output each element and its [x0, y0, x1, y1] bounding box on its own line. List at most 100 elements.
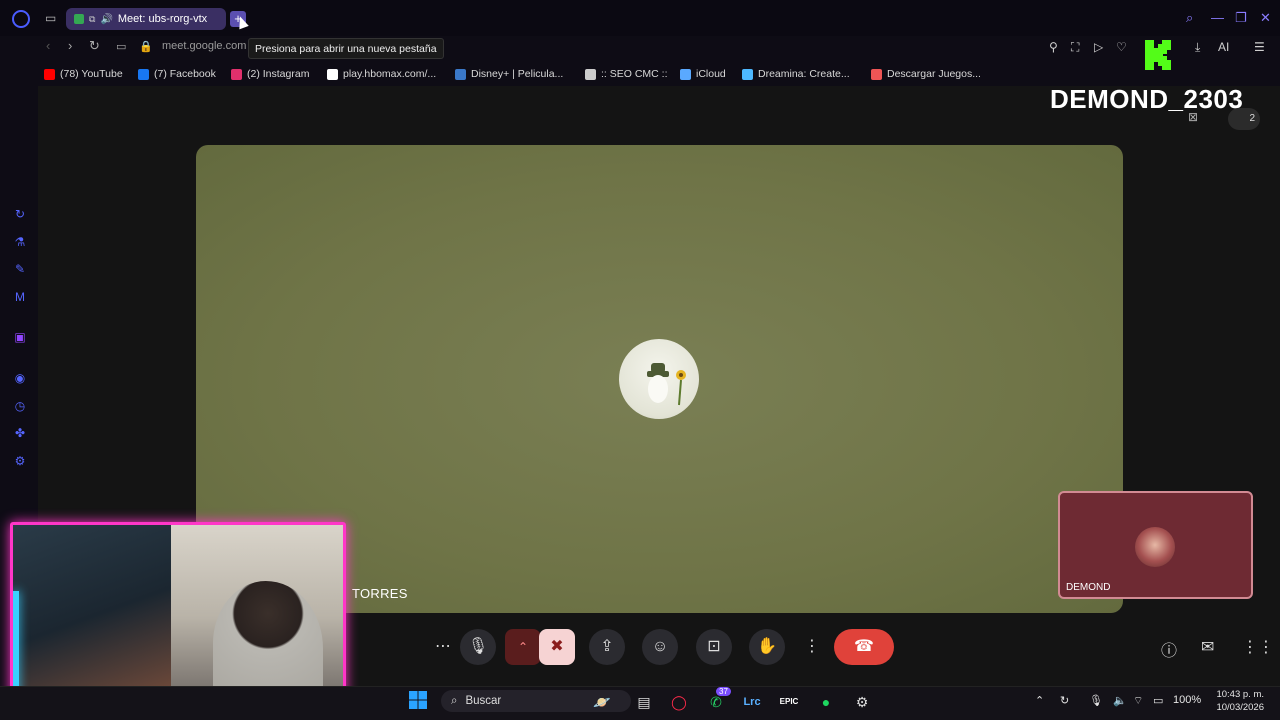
easy-setup-icon[interactable]: ☰	[1254, 40, 1265, 54]
bookmark-label: play.hbomax.com/...	[343, 68, 437, 80]
bookmark-item[interactable]: (78) YouTube	[44, 67, 123, 81]
bookmark-item[interactable]: (7) Facebook	[138, 67, 216, 81]
participant-count[interactable]: 2	[1228, 108, 1260, 130]
page-icon	[585, 68, 596, 80]
lrc-app-icon[interactable]: Lrc	[740, 690, 764, 714]
reactions-icon[interactable]: ☺	[642, 629, 678, 665]
system-clock[interactable]: 10:43 p. m. 10/03/2026	[1208, 688, 1264, 714]
present-screen-icon[interactable]: ⇪	[589, 629, 625, 665]
bookmark-label: iCloud	[696, 68, 726, 80]
spotify-icon[interactable]: ●	[814, 690, 838, 714]
bookmark-item[interactable]: iCloud	[680, 67, 726, 81]
snapshot-icon[interactable]: ⛶	[1071, 40, 1079, 55]
end-call-button[interactable]: ☎	[834, 629, 894, 665]
hbomax-icon	[327, 68, 338, 80]
pin-extension-icon[interactable]: ⚲	[1049, 40, 1058, 54]
sidebar-messenger-icon[interactable]: M	[13, 290, 27, 304]
sync-icon[interactable]: ↻	[1060, 694, 1069, 707]
new-tab-tooltip: Presiona para abrir una nueva pestaña	[248, 38, 444, 59]
epic-games-icon[interactable]: EPIC	[777, 690, 801, 714]
bookmark-item[interactable]: Dreamina: Create...	[742, 67, 850, 81]
steam-icon[interactable]: ⚙	[850, 690, 874, 714]
back-button[interactable]: ‹	[46, 38, 50, 53]
captions-off-icon[interactable]: ⊠	[1188, 110, 1198, 124]
bookmark-item[interactable]: :: SEO CMC ::	[585, 67, 668, 81]
heart-icon[interactable]: ♡	[1116, 40, 1127, 54]
planet-app-icon[interactable]: 🪐	[590, 690, 614, 714]
bookmark-label: (7) Facebook	[154, 68, 216, 80]
bookmark-label: Dreamina: Create...	[758, 68, 850, 80]
sidebar-settings-icon[interactable]: ⚙	[13, 454, 27, 468]
video-popout-icon[interactable]: ▭	[116, 40, 126, 53]
captions-icon[interactable]: ⊡	[696, 629, 732, 665]
bookmark-label: (2) Instagram	[247, 68, 310, 80]
aria-ai-icon[interactable]: AI	[1218, 40, 1229, 54]
raise-hand-icon[interactable]: ✋	[749, 629, 785, 665]
tab-overview-icon[interactable]: ▭	[45, 11, 56, 25]
opera-taskbar-icon[interactable]: ◯	[667, 690, 691, 714]
mic-tray-icon[interactable]: 🎙	[1089, 694, 1103, 707]
download-icon	[871, 68, 882, 80]
bookmark-item[interactable]: Disney+ | Pelicula...	[455, 67, 563, 81]
microphone-icon[interactable]: 🎙	[460, 629, 496, 665]
streamer-name-overlay: DEMOND_2303	[1050, 84, 1244, 114]
meeting-info-icon[interactable]: ⓘ	[1161, 637, 1177, 661]
battery-icon[interactable]: ▭	[1153, 694, 1163, 707]
dreamina-icon	[742, 68, 753, 80]
search-tabs-icon[interactable]: ⌕	[1186, 10, 1193, 26]
opera-logo-icon[interactable]	[12, 10, 30, 28]
cat-with-sunflower-icon	[647, 363, 686, 406]
sidebar-history-icon[interactable]: ◷	[13, 399, 27, 413]
self-name: DEMOND	[1066, 582, 1111, 593]
camera-off-icon[interactable]: ✖	[539, 629, 575, 665]
sidebar-twitch-icon[interactable]: ▣	[13, 330, 27, 344]
bookmark-label: Disney+ | Pelicula...	[471, 68, 564, 80]
bookmark-item[interactable]: (2) Instagram	[231, 67, 309, 81]
sidebar-crypto-icon[interactable]: ⚗	[13, 235, 27, 249]
bookmark-item[interactable]: Descargar Juegos...	[871, 67, 981, 81]
tab-title: Meet: ubs-rorg-vtx	[117, 13, 208, 25]
minimize-button[interactable]: —	[1211, 10, 1224, 25]
sidebar-pen-icon[interactable]: ✎	[13, 262, 27, 276]
tab-meet[interactable]: ⧉ 🔊 Meet: ubs-rorg-vtx	[66, 8, 226, 30]
sidebar-ai-icon[interactable]: ↻	[13, 207, 27, 221]
wifi-icon[interactable]: ⌔	[1133, 694, 1143, 708]
download-icon[interactable]: ⤓	[1195, 40, 1200, 55]
speaker-icon[interactable]: 🔊	[100, 14, 112, 25]
lock-icon[interactable]: 🔒	[139, 40, 153, 53]
webcam-background	[13, 525, 171, 709]
kick-logo-icon	[1145, 40, 1171, 70]
more-options-icon[interactable]: ⋮	[794, 629, 830, 665]
url-field[interactable]: meet.google.com	[162, 40, 246, 52]
bookmark-label: :: SEO CMC ::	[601, 68, 668, 80]
close-button[interactable]: ✕	[1260, 10, 1271, 26]
instagram-icon	[231, 68, 242, 80]
bookmark-item[interactable]: play.hbomax.com/...	[327, 67, 436, 81]
search-icon: ⌕	[451, 694, 458, 707]
bookmark-label: Descargar Juegos...	[887, 68, 981, 80]
disney-icon	[455, 68, 466, 80]
ai-label: AI	[1218, 40, 1230, 54]
windows-start-icon[interactable]	[406, 690, 430, 714]
clock-date: 10/03/2026	[1216, 702, 1264, 713]
more-effects-button[interactable]: ⋯	[425, 629, 461, 665]
activities-icon[interactable]: ⋮⋮	[1242, 637, 1274, 657]
forward-button[interactable]: ›	[68, 38, 72, 53]
reload-icon[interactable]: ↻	[89, 38, 100, 54]
meet-favicon-icon	[74, 14, 84, 24]
search-placeholder: Buscar	[465, 695, 502, 707]
camera-options-button[interactable]: ⌃	[505, 629, 541, 665]
maximize-button[interactable]: ❐	[1235, 10, 1247, 26]
tray-overflow-icon[interactable]: ⌃	[1035, 694, 1044, 707]
sidebar-extensions-icon[interactable]: ✤	[13, 426, 27, 440]
sidebar-player-icon[interactable]: ◉	[13, 371, 27, 385]
play-icon[interactable]: ▷	[1094, 40, 1103, 54]
clock-time: 10:43 p. m.	[1216, 689, 1264, 700]
self-avatar	[1135, 527, 1175, 567]
volume-icon[interactable]: 🔈	[1113, 694, 1127, 707]
task-view-icon[interactable]: ▤	[632, 690, 656, 714]
chat-icon[interactable]: ✉	[1201, 637, 1214, 657]
main-participant-name: TORRES	[352, 586, 408, 601]
facebook-icon	[138, 68, 149, 80]
bookmark-label: (78) YouTube	[60, 68, 123, 80]
